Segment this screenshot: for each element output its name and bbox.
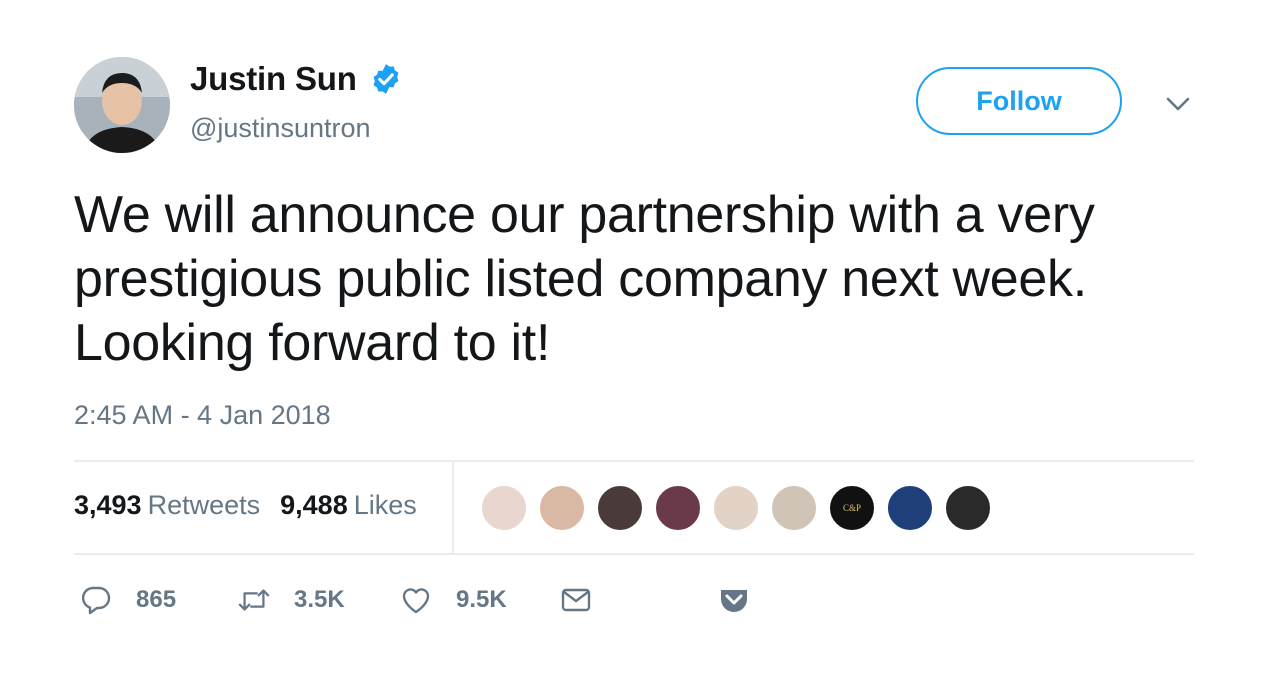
like-count: 9.5K xyxy=(456,586,507,613)
divider xyxy=(74,553,1194,555)
tweet-card: Justin Sun @justinsuntron Follow We will… xyxy=(0,0,1264,674)
heart-icon xyxy=(402,588,430,614)
tweet-timestamp[interactable]: 2:45 AM - 4 Jan 2018 xyxy=(74,400,331,431)
reply-icon xyxy=(81,586,111,615)
liker-avatars: C&P xyxy=(480,484,1002,532)
tweet-line: We will announce our partnership with a … xyxy=(74,186,1095,244)
divider xyxy=(74,460,1194,462)
retweets-stat[interactable]: 3,493 Retweets xyxy=(74,490,260,521)
tweet-line: prestigious public listed company next w… xyxy=(74,250,1087,308)
direct-message-action[interactable] xyxy=(560,584,592,616)
liker-avatar-label: C&P xyxy=(842,503,861,513)
liker-avatar[interactable]: C&P xyxy=(828,484,876,532)
liker-avatar[interactable] xyxy=(770,484,818,532)
retweets-label: Retweets xyxy=(147,490,261,520)
retweet-action[interactable]: 3.5K xyxy=(238,584,345,616)
user-name-row[interactable]: Justin Sun xyxy=(190,60,403,98)
liker-avatar[interactable] xyxy=(654,484,702,532)
envelope-icon xyxy=(561,588,591,612)
likes-stat[interactable]: 9,488 Likes xyxy=(280,490,417,521)
user-display-name[interactable]: Justin Sun xyxy=(190,60,357,98)
divider xyxy=(452,462,454,554)
liker-avatar[interactable] xyxy=(944,484,992,532)
follow-button[interactable]: Follow xyxy=(916,67,1122,135)
avatar-image xyxy=(74,57,170,153)
retweets-count: 3,493 xyxy=(74,490,142,520)
likes-label: Likes xyxy=(353,490,417,520)
liker-avatar[interactable] xyxy=(480,484,528,532)
tweet-line: Looking forward to it! xyxy=(74,314,551,372)
pocket-icon xyxy=(721,590,747,612)
tweet-text: We will announce our partnership with a … xyxy=(74,183,1224,375)
chevron-down-icon[interactable] xyxy=(1165,95,1191,113)
liker-avatar[interactable] xyxy=(712,484,760,532)
retweet-icon xyxy=(238,589,270,611)
reply-count: 865 xyxy=(136,586,177,613)
likes-count: 9,488 xyxy=(280,490,348,520)
verified-badge-icon xyxy=(373,64,399,94)
liker-avatar[interactable] xyxy=(538,484,586,532)
pocket-action[interactable] xyxy=(718,584,750,616)
user-handle[interactable]: @justinsuntron xyxy=(190,113,371,144)
retweet-count: 3.5K xyxy=(294,586,345,613)
reply-action[interactable]: 865 xyxy=(80,584,176,616)
engagement-stats: 3,493 Retweets 9,488 Likes xyxy=(74,490,417,521)
like-action[interactable]: 9.5K xyxy=(400,584,507,616)
user-avatar[interactable] xyxy=(74,57,170,153)
liker-avatar[interactable] xyxy=(596,484,644,532)
liker-avatar[interactable] xyxy=(886,484,934,532)
